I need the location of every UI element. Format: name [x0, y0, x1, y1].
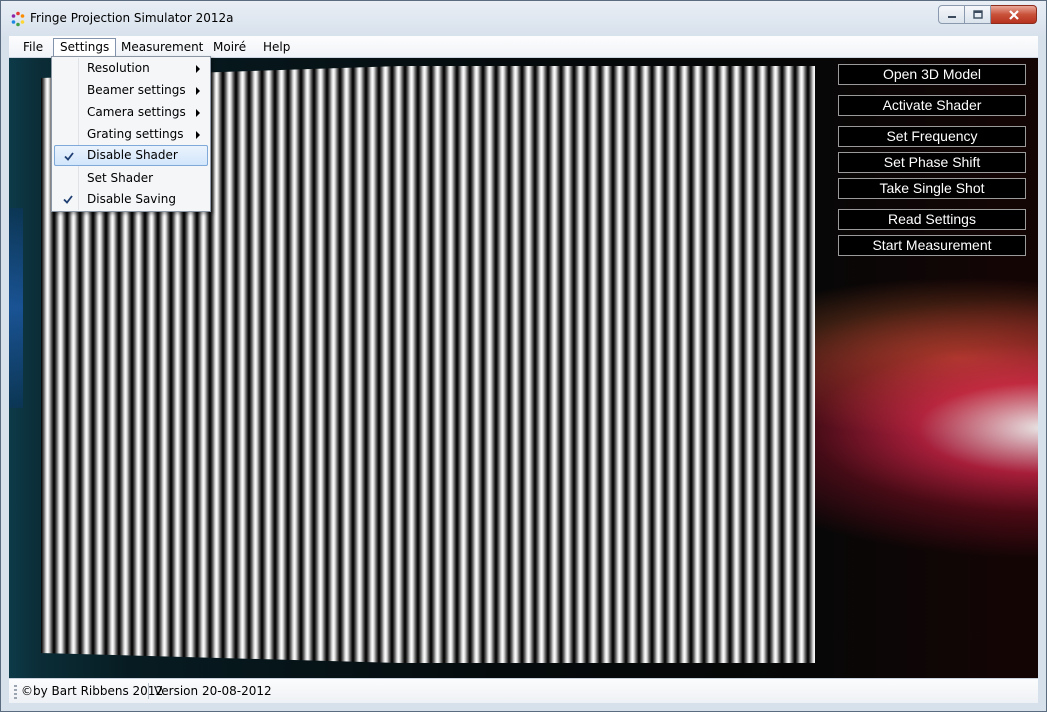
minimize-icon [947, 15, 956, 18]
status-copyright: ©by Bart Ribbens 2012 [21, 684, 164, 698]
start-measurement-button[interactable]: Start Measurement [838, 235, 1026, 256]
menu-item-label: Disable Shader [87, 148, 178, 162]
menu-moire[interactable]: Moiré [207, 39, 252, 57]
status-separator [148, 683, 149, 699]
open-3d-model-button[interactable]: Open 3D Model [838, 64, 1026, 85]
menu-item-beamer-settings[interactable]: Beamer settings [54, 80, 208, 101]
set-frequency-button[interactable]: Set Frequency [838, 126, 1026, 147]
settings-dropdown-menu: Resolution Beamer settings Camera settin… [51, 56, 211, 212]
menu-item-label: Camera settings [87, 105, 186, 119]
submenu-arrow-icon [196, 65, 200, 73]
status-grip [14, 685, 17, 699]
menu-measurement[interactable]: Measurement [115, 39, 209, 57]
status-bar: ©by Bart Ribbens 2012 Version 20-08-2012 [9, 678, 1038, 703]
menu-help[interactable]: Help [257, 39, 296, 57]
submenu-arrow-icon [196, 109, 200, 117]
app-icon [11, 11, 25, 27]
close-button[interactable] [991, 5, 1037, 24]
read-settings-button[interactable]: Read Settings [838, 209, 1026, 230]
minimize-button[interactable] [938, 5, 965, 24]
title-bar[interactable]: Fringe Projection Simulator 2012a [1, 1, 1046, 35]
close-icon [1008, 9, 1019, 20]
status-version: Version 20-08-2012 [154, 684, 272, 698]
menu-item-label: Resolution [87, 61, 150, 75]
maximize-icon [972, 10, 983, 19]
menu-item-camera-settings[interactable]: Camera settings [54, 102, 208, 123]
menu-item-set-shader[interactable]: Set Shader [54, 168, 208, 189]
menu-item-grating-settings[interactable]: Grating settings [54, 124, 208, 145]
menu-file[interactable]: File [17, 39, 49, 57]
window-title: Fringe Projection Simulator 2012a [30, 11, 234, 25]
submenu-arrow-icon [196, 87, 200, 95]
menu-item-label: Disable Saving [87, 192, 176, 206]
take-single-shot-button[interactable]: Take Single Shot [838, 178, 1026, 199]
background-glow [9, 208, 23, 408]
checkmark-icon [64, 152, 74, 161]
activate-shader-button[interactable]: Activate Shader [838, 95, 1026, 116]
checkmark-icon [63, 195, 73, 204]
maximize-button[interactable] [965, 5, 991, 24]
set-phase-shift-button[interactable]: Set Phase Shift [838, 152, 1026, 173]
caption-buttons [938, 5, 1037, 25]
submenu-arrow-icon [196, 131, 200, 139]
menu-item-label: Set Shader [87, 171, 154, 185]
menu-item-label: Beamer settings [87, 83, 186, 97]
menu-bar: File Settings Measurement Moiré Help [9, 36, 1038, 59]
menu-item-disable-shader[interactable]: Disable Shader [54, 145, 208, 166]
menu-item-label: Grating settings [87, 127, 184, 141]
menu-item-resolution[interactable]: Resolution [54, 58, 208, 79]
menu-item-disable-saving[interactable]: Disable Saving [54, 189, 208, 210]
